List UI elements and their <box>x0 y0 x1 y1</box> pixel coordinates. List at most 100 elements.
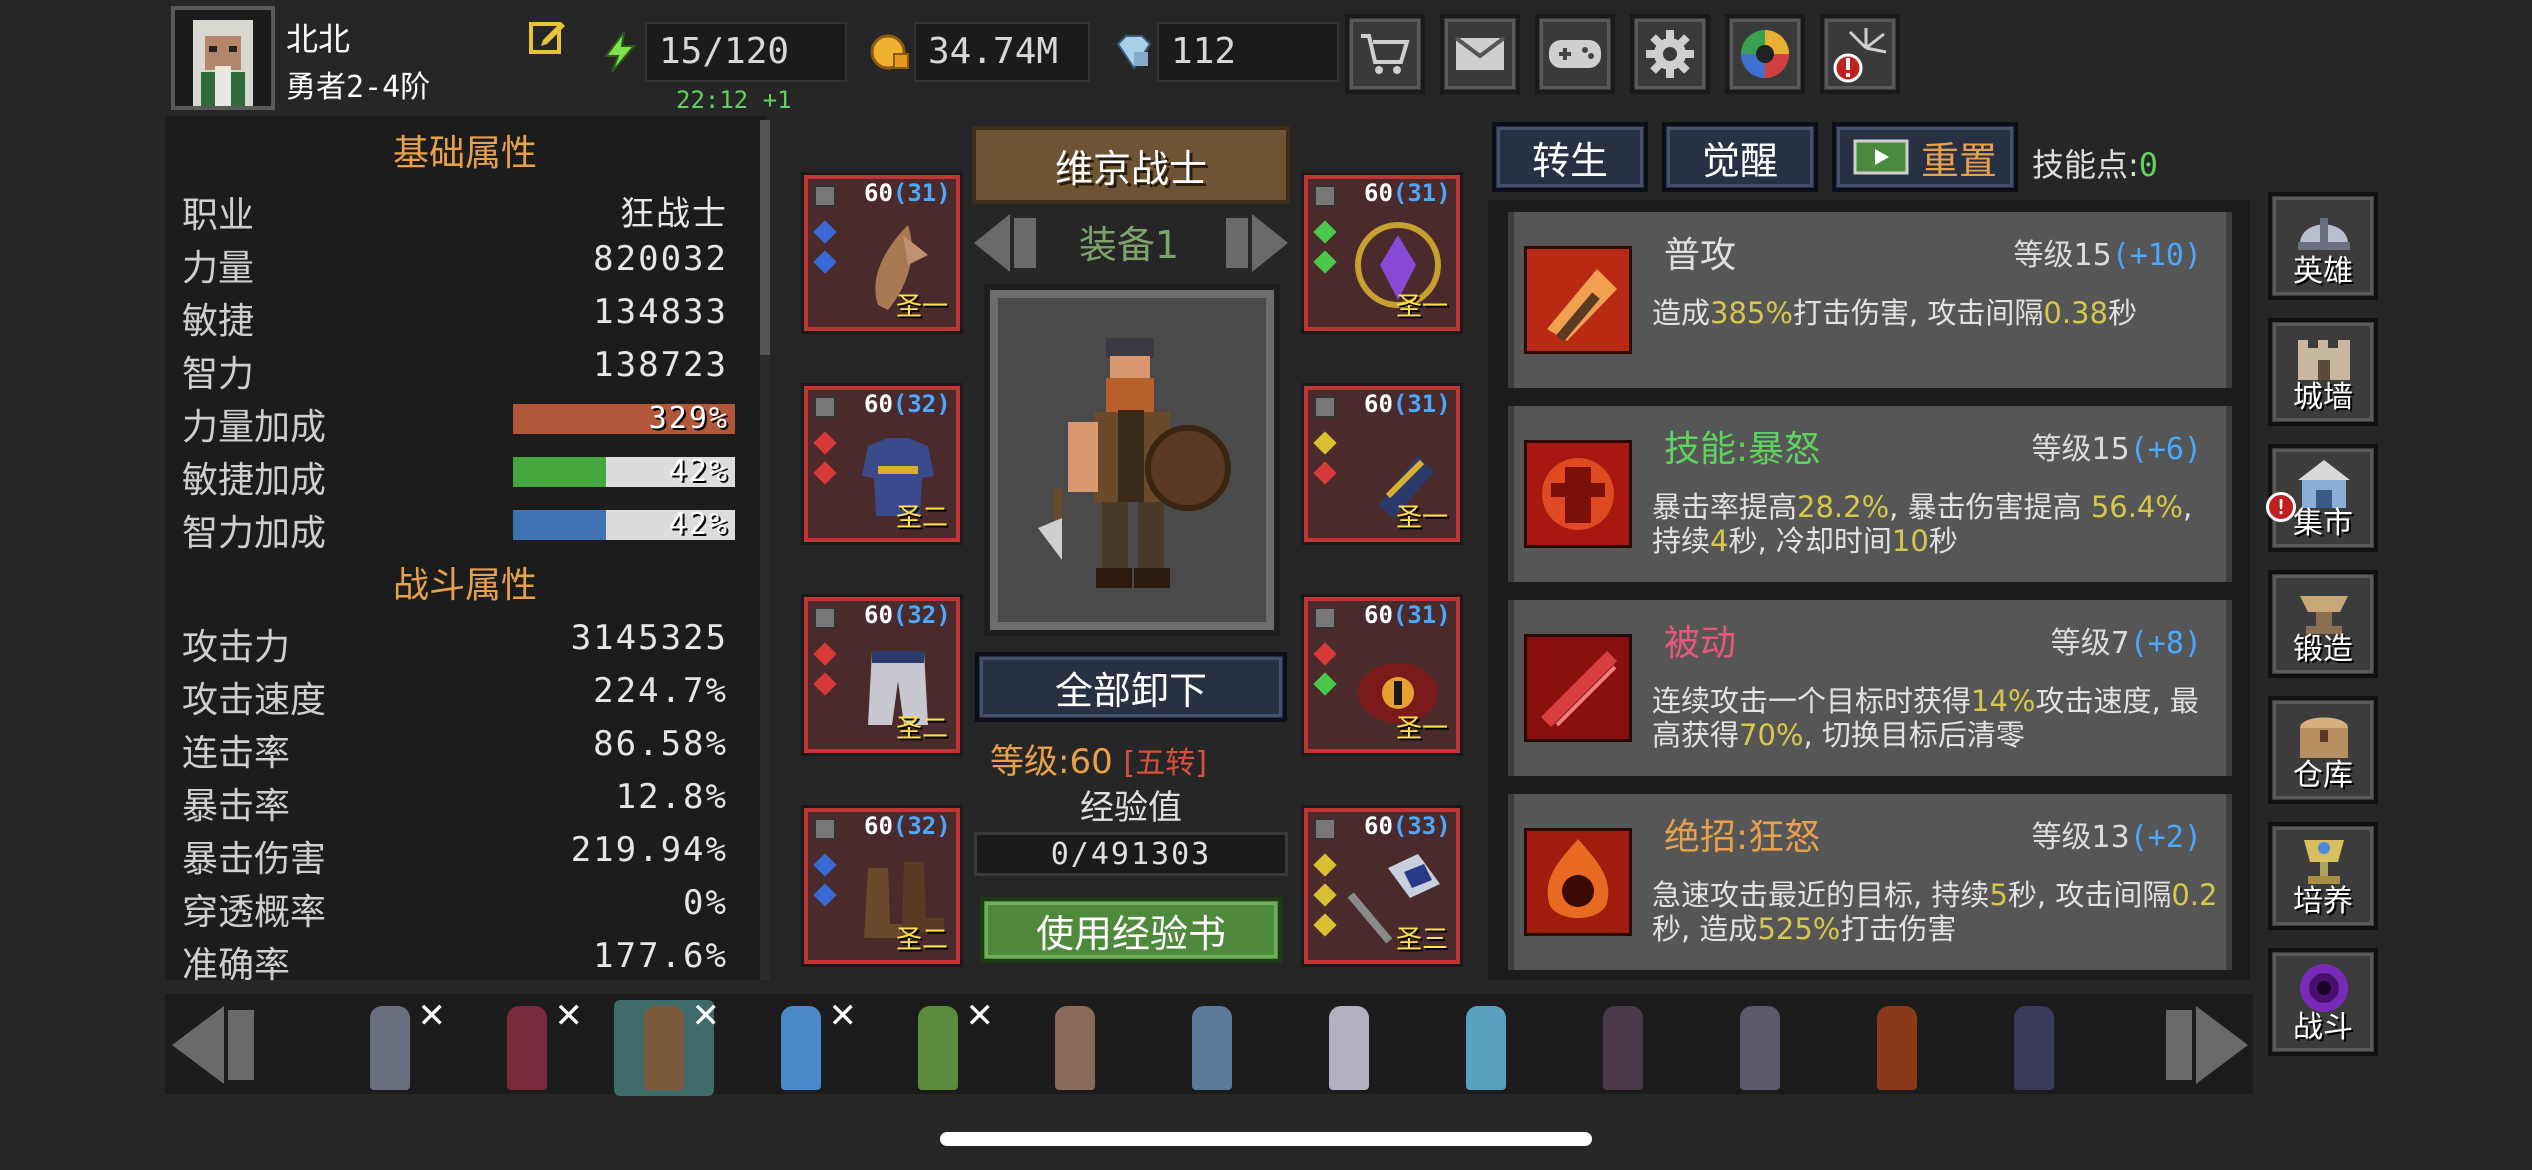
gem-socket-icon <box>1313 431 1337 455</box>
rage-burst-icon <box>1524 440 1632 548</box>
lock-icon <box>1314 818 1336 840</box>
hero-figure-icon <box>1877 1006 1917 1090</box>
roster-hero-slot[interactable]: ✕ <box>477 996 583 1096</box>
stat-value-crit-rate: 12.8% <box>615 777 728 817</box>
player-avatar[interactable] <box>171 6 275 110</box>
reset-skills-button[interactable]: 重置 <box>1832 122 2018 192</box>
skill-card-ultimate[interactable]: 绝招:狂怒 等级13(+2) 急速攻击最近的目标, 持续5秒, 攻击间隔0.2 秒… <box>1508 794 2232 970</box>
slot-level: 60(31) <box>1364 601 1451 629</box>
class-banner: 维京战士 <box>972 126 1290 204</box>
gem-socket-icon <box>1313 853 1337 877</box>
roster-hero-slot[interactable] <box>1847 1000 1947 1096</box>
skill-level: 等级7(+8) <box>2050 626 2202 661</box>
roster-prev-button[interactable] <box>168 1000 260 1090</box>
fury-flame-icon <box>1524 828 1632 936</box>
skill-description: 急速攻击最近的目标, 持续5秒, 攻击间隔0.2 秒, 造成525%打击伤害 <box>1652 878 2222 946</box>
skill-name: 绝招:狂怒 <box>1664 817 1821 858</box>
intelligence-bonus-bar: 42% <box>513 507 735 542</box>
blade-slash-icon <box>1524 634 1632 742</box>
roster-hero-slot[interactable] <box>1436 1000 1536 1096</box>
album-button[interactable] <box>1725 14 1805 94</box>
lock-icon <box>1314 607 1336 629</box>
strength-bonus-bar: 329% <box>513 401 735 436</box>
skill-card-passive[interactable]: 被动 等级7(+8) 连续攻击一个目标时获得14%攻击速度, 最高获得70%, … <box>1508 600 2232 776</box>
roster-hero-slot[interactable]: ✕ <box>751 996 857 1096</box>
arrow-right-icon <box>1226 214 1288 272</box>
energy-regen-timer: 22:12 +1 <box>676 86 792 114</box>
equip-slot-amulet[interactable]: 60(31) 圣一 <box>1301 172 1463 334</box>
prev-equip-set-button[interactable] <box>970 210 1040 276</box>
hero-figure-icon <box>918 1006 958 1090</box>
agility-bonus-fill <box>513 457 607 487</box>
skill-desc-highlight: 28.2% <box>1797 490 1890 524</box>
stat-label-attack: 攻击力 <box>182 627 291 668</box>
events-button[interactable] <box>1820 14 1900 94</box>
roster-hero-slot[interactable]: ✕ <box>340 996 446 1096</box>
skill-card-basic-attack[interactable]: 普攻 等级15(+10) 造成385%打击伤害, 攻击间隔0.38秒 <box>1508 212 2232 388</box>
nav-storage-button[interactable]: 仓库 <box>2268 696 2378 804</box>
stat-label-intelligence: 智力 <box>182 354 255 395</box>
stat-label-agility-bonus: 敏捷加成 <box>182 460 327 501</box>
unequip-all-button[interactable]: 全部卸下 <box>975 652 1287 722</box>
roster-hero-slot[interactable] <box>1025 1000 1125 1096</box>
use-exp-book-button[interactable]: 使用经验书 <box>980 897 1282 963</box>
roster-hero-slot[interactable] <box>1299 1000 1399 1096</box>
edit-name-button[interactable] <box>527 16 569 58</box>
equip-slot-boots[interactable]: 60(32) 圣二 <box>801 805 963 967</box>
roster-next-button[interactable] <box>2160 1000 2252 1090</box>
roster-hero-slot[interactable]: ✕ <box>614 996 720 1096</box>
in-party-mark-icon: ✕ <box>417 996 447 1036</box>
hero-figure-icon <box>1055 1006 1095 1090</box>
skill-card-rage[interactable]: 技能:暴怒 等级15(+6) 暴击率提高28.2%, 暴击伤害提高 56.4%,… <box>1508 406 2232 582</box>
skill-desc-highlight: 525% <box>1757 912 1841 946</box>
gem-socket-icon <box>813 461 837 485</box>
nav-wall-button[interactable]: 城墙 <box>2268 318 2378 426</box>
slot-level: 60(33) <box>1364 812 1451 840</box>
camera-lens-icon <box>1741 30 1789 78</box>
slot-level: 60(32) <box>864 812 951 840</box>
shop-button[interactable] <box>1345 14 1425 94</box>
roster-hero-slot[interactable] <box>1162 1000 1262 1096</box>
slot-grade: 圣三 <box>1395 925 1448 955</box>
mail-button[interactable] <box>1440 14 1520 94</box>
equip-slot-offhand[interactable]: 60(33) 圣三 <box>1301 805 1463 967</box>
game-center-button[interactable] <box>1535 14 1615 94</box>
slot-level: 60(32) <box>864 601 951 629</box>
equip-slot-chest[interactable]: 60(32) 圣二 <box>801 383 963 545</box>
agility-bonus-bar: 42% <box>513 454 735 489</box>
home-indicator[interactable] <box>940 1132 1592 1146</box>
equip-slot-gloves[interactable]: 60(31) 圣一 <box>1301 383 1463 545</box>
nav-hero-button[interactable]: 英雄 <box>2268 192 2378 300</box>
roster-hero-slot[interactable] <box>1984 1000 2084 1096</box>
hero-figure-icon <box>1603 1006 1643 1090</box>
skill-name: 技能:暴怒 <box>1664 429 1821 470</box>
nav-forge-button[interactable]: 锻造 <box>2268 570 2378 678</box>
gem-icon <box>1110 30 1154 74</box>
nav-battle-button[interactable]: 战斗 <box>2268 948 2378 1056</box>
nav-market-button[interactable]: ! 集市 <box>2266 444 2378 552</box>
roster-hero-slot[interactable] <box>1573 1000 1673 1096</box>
tab-rebirth[interactable]: 转生 <box>1492 122 1648 192</box>
slot-level: 60(31) <box>1364 179 1451 207</box>
roster-hero-slot[interactable] <box>1710 1000 1810 1096</box>
lock-icon <box>1314 185 1336 207</box>
skill-desc-text: 秒, 冷却时间 <box>1728 524 1892 558</box>
hero-figure-icon <box>644 1006 684 1090</box>
nav-label: 城墙 <box>2293 380 2353 415</box>
next-equip-set-button[interactable] <box>1222 210 1292 276</box>
nav-label: 培养 <box>2293 884 2353 919</box>
equip-slot-ring[interactable]: 60(31) 圣一 <box>1301 594 1463 756</box>
settings-button[interactable] <box>1630 14 1710 94</box>
roster-hero-slot[interactable]: ✕ <box>888 996 994 1096</box>
arrow-left-icon <box>974 214 1036 272</box>
equipment-set-label: 装备1 <box>1078 223 1180 267</box>
lock-icon <box>1314 396 1336 418</box>
slot-grade: 圣一 <box>1395 292 1448 322</box>
gem-socket-icon <box>813 883 837 907</box>
equip-slot-weapon[interactable]: 60(31) 圣一 <box>801 172 963 334</box>
equip-slot-legs[interactable]: 60(32) 圣二 <box>801 594 963 756</box>
gem-socket-icon <box>813 250 837 274</box>
nav-train-button[interactable]: 培养 <box>2268 822 2378 930</box>
tab-awaken[interactable]: 觉醒 <box>1662 122 1818 192</box>
skill-description: 暴击率提高28.2%, 暴击伤害提高 56.4%, 持续4秒, 冷却时间10秒 <box>1652 490 2222 558</box>
